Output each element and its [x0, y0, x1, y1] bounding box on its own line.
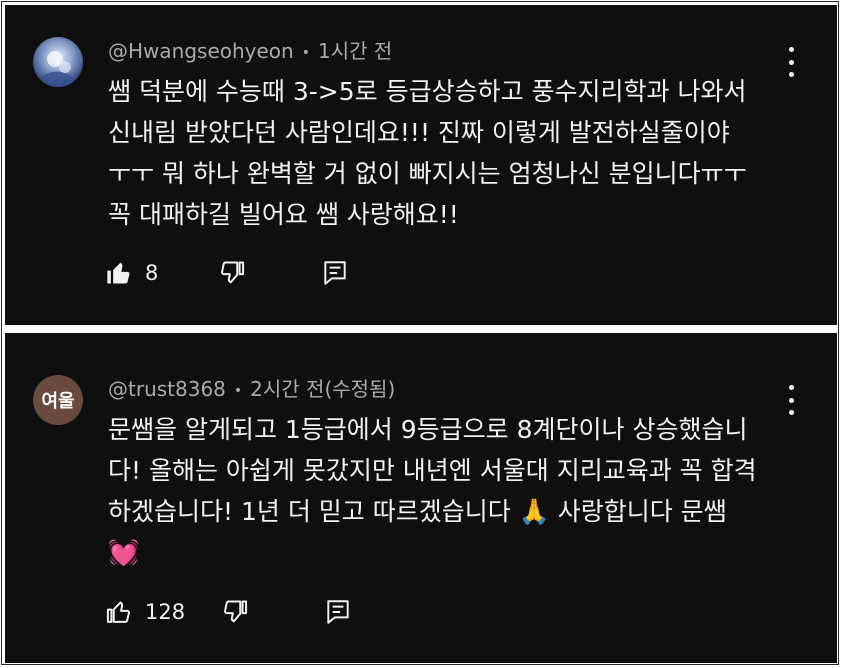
comment-line: 신내림 받았다던 사람인데요!!! 진짜 이렇게 발전하실줄이야 [108, 118, 730, 147]
reply-icon [324, 261, 347, 285]
comment-text: 문쌤을 알게되고 1등급에서 9등급으로 8계단이나 상승했습니 다! 올해는 … [108, 409, 788, 573]
comment-line: 다! 올해는 아쉽게 못갔지만 내년엔 서울대 지리교육과 꼭 합격 [108, 456, 757, 485]
separator-dot: • [301, 44, 310, 61]
comment-actions: 128 [105, 596, 351, 628]
comment-line: 💓 [108, 538, 140, 567]
dislike-button[interactable] [218, 259, 246, 287]
comment-text: 쌤 덕분에 수능때 3->5로 등급상승하고 풍수지리학과 나와서 신내림 받았… [108, 71, 788, 235]
avatar-initials: 여울 [41, 391, 75, 412]
comment-line: 꼭 대패하길 빌어요 쌤 사랑해요!! [108, 200, 459, 229]
comment-1: @Hwangseohyeon • 1시간 전 쌤 덕분에 수능때 3->5로 등급상… [5, 5, 837, 325]
like-count: 128 [145, 600, 186, 624]
like-button[interactable]: 8 [105, 259, 158, 287]
author-name[interactable]: @Hwangseohyeon [108, 39, 294, 63]
more-vert-icon[interactable] [785, 47, 797, 77]
like-count: 8 [145, 261, 159, 285]
reply-button[interactable] [325, 598, 351, 626]
avatar[interactable]: 여울 [33, 375, 83, 425]
reply-button[interactable] [322, 259, 348, 287]
thumbs-down-icon [221, 261, 245, 284]
comment-time[interactable]: 1시간 전 [318, 39, 392, 63]
thumbs-down-icon [224, 600, 248, 623]
thumbs-up-icon [107, 262, 130, 284]
avatar-image [33, 37, 83, 87]
comment-line: ㅜㅜ 뭐 하나 완벽할 거 없이 빠지시는 엄청나신 분입니다ㅠㅜ [108, 159, 747, 188]
comment-line: 쌤 덕분에 수능때 3->5로 등급상승하고 풍수지리학과 나와서 [108, 77, 747, 106]
more-vert-icon[interactable] [785, 385, 797, 415]
comment-time[interactable]: 2시간 전(수정됨) [250, 377, 395, 401]
comment-actions: 8 [105, 257, 348, 289]
comment-meta: @trust8368 • 2시간 전(수정됨) [108, 373, 395, 402]
dislike-button[interactable] [221, 598, 249, 626]
thumbs-up-icon [106, 601, 130, 623]
avatar[interactable] [33, 37, 83, 87]
comment-2: 여울 @trust8368 • 2시간 전(수정됨) 문쌤을 알게되고 1등급에서 … [5, 333, 837, 663]
comment-meta: @Hwangseohyeon • 1시간 전 [108, 35, 392, 64]
reply-icon [327, 600, 349, 624]
comment-line: 하겠습니다! 1년 더 믿고 따르겠습니다 🙏 사랑합니다 문쌤 [108, 497, 727, 526]
comment-line: 문쌤을 알게되고 1등급에서 9등급으로 8계단이나 상승했습니 [108, 415, 748, 444]
like-button[interactable]: 128 [105, 598, 185, 626]
separator-dot: • [233, 382, 243, 399]
author-name[interactable]: @trust8368 [108, 377, 226, 401]
